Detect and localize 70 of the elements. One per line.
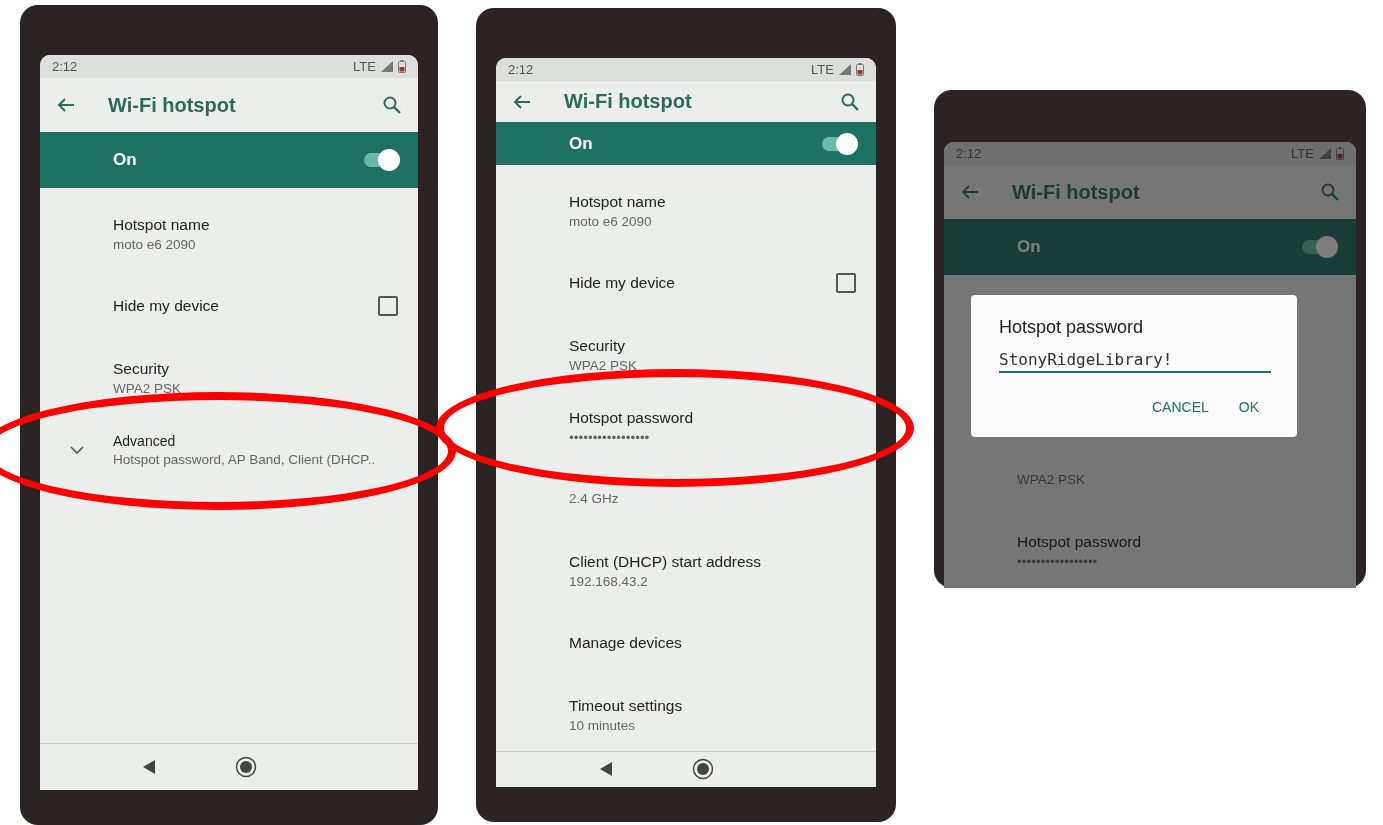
password-input[interactable]: StonyRidgeLibrary! <box>999 348 1271 373</box>
checkbox[interactable] <box>378 296 398 316</box>
settings-item[interactable]: Client (DHCP) start address 192.168.43.2 <box>496 534 876 607</box>
item-summary: 2.4 GHz <box>569 491 620 507</box>
master-switch-bar[interactable]: On <box>496 122 876 165</box>
switch-label: On <box>113 150 137 170</box>
item-title: Hotspot password <box>569 408 695 427</box>
item-summary: ••••••••••••••••• <box>569 429 651 445</box>
dialog-title: Hotspot password <box>999 317 1145 338</box>
item-summary: moto e6 2090 <box>113 237 197 252</box>
item-title: Hide my device <box>113 297 220 315</box>
dialog-button[interactable]: CANCEL <box>1139 391 1221 423</box>
item-title: Timeout settings <box>569 696 684 715</box>
item-title: Client (DHCP) start address <box>569 552 763 571</box>
item-title: Advanced <box>113 433 177 449</box>
battery-icon <box>398 60 406 73</box>
signal-icon <box>839 64 851 75</box>
item-title: Hotspot password <box>1017 533 1143 551</box>
search-icon[interactable] <box>1320 182 1340 202</box>
switch-label: On <box>1017 237 1041 257</box>
network-label: LTE <box>353 59 376 74</box>
settings-item[interactable]: Hotspot password ••••••••••••••••• <box>944 515 1356 587</box>
switch-label: On <box>569 133 593 154</box>
checkbox[interactable] <box>836 272 856 293</box>
settings-item[interactable]: Manage devices <box>496 606 876 679</box>
item-summary: moto e6 2090 <box>569 213 653 229</box>
back-triangle-icon[interactable] <box>141 759 157 775</box>
status-time: 2:12 <box>956 146 982 161</box>
settings-item[interactable]: Hide my device <box>40 270 418 342</box>
master-switch-bar[interactable]: On <box>40 132 418 188</box>
search-icon[interactable] <box>382 95 402 115</box>
item-title: Security <box>569 336 626 355</box>
settings-item[interactable]: Hotspot name moto e6 2090 <box>496 174 876 247</box>
settings-item[interactable]: Security WPA2 PSK <box>40 342 418 414</box>
app-bar-title: Wi-Fi hotspot <box>564 90 693 114</box>
item-summary: ••••••••••••••••• <box>1017 554 1099 569</box>
battery-icon <box>856 63 864 76</box>
settings-item[interactable]: 2.4 GHz <box>496 462 876 535</box>
item-summary: Hotspot password, AP Band, Client (DHCP.. <box>113 452 377 467</box>
status-time: 2:12 <box>508 62 534 77</box>
item-summary: 192.168.43.2 <box>569 573 649 589</box>
app-bar-title: Wi-Fi hotspot <box>1012 180 1141 204</box>
item-summary: WPA2 PSK <box>113 381 183 396</box>
item-title: Security <box>113 360 170 378</box>
item-summary: WPA2 PSK <box>1017 471 1087 487</box>
status-time: 2:12 <box>52 59 78 74</box>
home-circle-icon[interactable] <box>692 758 714 781</box>
settings-item[interactable]: Advanced Hotspot password, AP Band, Client (DHCP.. <box>40 414 418 486</box>
home-circle-icon[interactable] <box>235 756 257 778</box>
network-label: LTE <box>1291 146 1314 161</box>
back-triangle-icon[interactable] <box>598 761 614 778</box>
item-title: Hotspot name <box>113 216 211 234</box>
item-title: Hide my device <box>569 273 676 292</box>
battery-icon <box>1336 147 1344 160</box>
settings-item[interactable]: Hotspot name moto e6 2090 <box>40 198 418 270</box>
app-bar-title: Wi-Fi hotspot <box>108 93 237 117</box>
settings-item[interactable]: Hide my device <box>496 246 876 319</box>
settings-item[interactable]: Timeout settings 10 minutes <box>496 678 876 751</box>
settings-item[interactable]: Security WPA2 PSK <box>496 318 876 391</box>
settings-item[interactable]: Hotspot password ••••••••••••••••• <box>496 390 876 463</box>
dialog-button[interactable]: OK <box>1226 391 1271 423</box>
item-summary: WPA2 PSK <box>569 357 639 373</box>
item-summary: 10 minutes <box>569 717 637 733</box>
signal-icon <box>1319 148 1331 159</box>
chevron-down-icon <box>69 445 84 455</box>
signal-icon <box>381 61 393 72</box>
item-title: Manage devices <box>569 633 683 652</box>
item-title: Hotspot name <box>569 192 667 211</box>
network-label: LTE <box>811 62 834 77</box>
search-icon[interactable] <box>840 91 860 112</box>
